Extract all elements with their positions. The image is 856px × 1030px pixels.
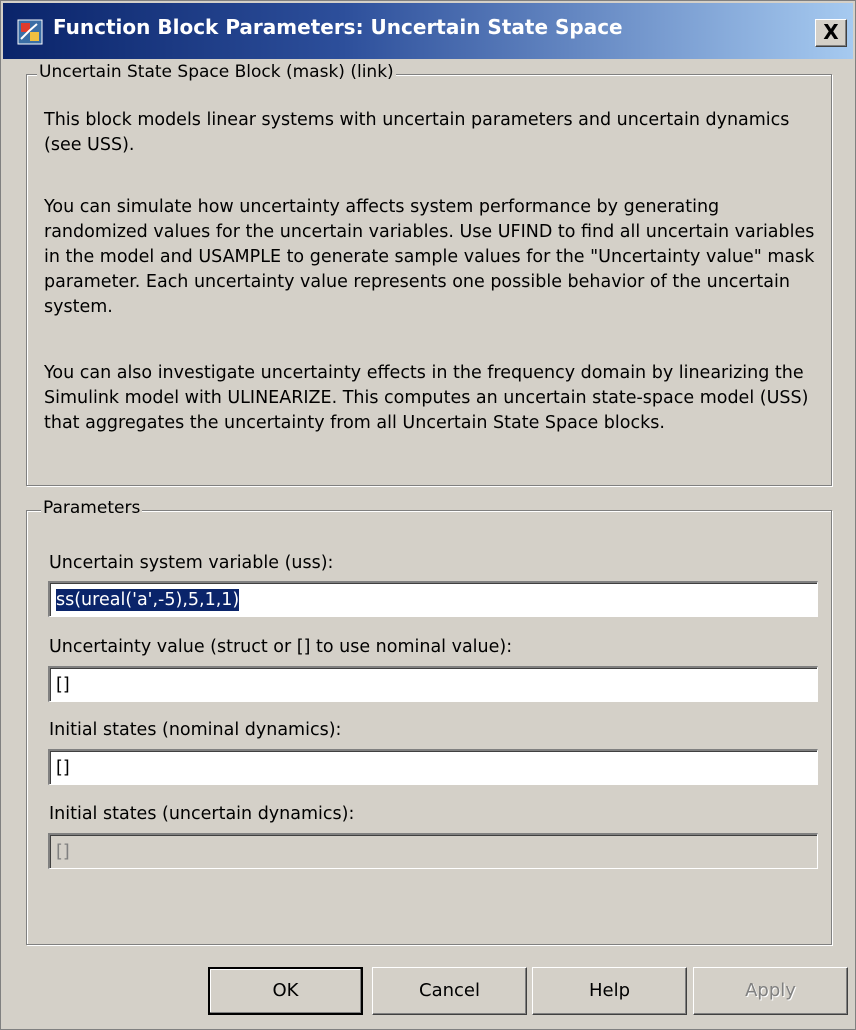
description-paragraph-2: You can simulate how uncertainty affects… bbox=[44, 197, 815, 317]
description-paragraph-3: You can also investigate uncertainty eff… bbox=[44, 363, 809, 433]
uss-variable-value: ss(ureal('a',-5),5,1,1) bbox=[56, 589, 240, 611]
uss-variable-input[interactable]: ss(ureal('a',-5),5,1,1) bbox=[48, 581, 818, 617]
initial-states-uncertain-input: [] bbox=[48, 833, 818, 869]
cancel-button[interactable]: Cancel bbox=[372, 967, 527, 1015]
initial-states-nominal-value: [] bbox=[56, 758, 70, 778]
uss-variable-label: Uncertain system variable (uss): bbox=[49, 553, 334, 573]
parameters-legend: Parameters bbox=[41, 498, 143, 518]
simulink-block-icon bbox=[17, 19, 43, 45]
description-paragraph-1: This block models linear systems with un… bbox=[44, 110, 790, 155]
uncertainty-value-input[interactable]: [] bbox=[48, 666, 818, 702]
uncertainty-value-label: Uncertainty value (struct or [] to use n… bbox=[49, 637, 513, 657]
dialog-window: Function Block Parameters: Uncertain Sta… bbox=[0, 0, 856, 1030]
close-button[interactable]: X bbox=[815, 19, 847, 47]
help-button[interactable]: Help bbox=[532, 967, 687, 1015]
parameters-group: Parameters Uncertain system variable (us… bbox=[26, 498, 832, 945]
title-bar[interactable]: Function Block Parameters: Uncertain Sta… bbox=[3, 3, 853, 59]
initial-states-nominal-input[interactable]: [] bbox=[48, 749, 818, 785]
initial-states-uncertain-value: [] bbox=[56, 842, 70, 862]
ok-button[interactable]: OK bbox=[208, 967, 363, 1015]
description-legend: Uncertain State Space Block (mask) (link… bbox=[37, 62, 396, 82]
initial-states-nominal-label: Initial states (nominal dynamics): bbox=[49, 720, 342, 740]
description-group: Uncertain State Space Block (mask) (link… bbox=[26, 62, 832, 486]
window-title: Function Block Parameters: Uncertain Sta… bbox=[53, 15, 623, 39]
apply-button: Apply bbox=[693, 967, 848, 1015]
initial-states-uncertain-label: Initial states (uncertain dynamics): bbox=[49, 804, 355, 824]
uncertainty-value-value: [] bbox=[56, 675, 70, 695]
